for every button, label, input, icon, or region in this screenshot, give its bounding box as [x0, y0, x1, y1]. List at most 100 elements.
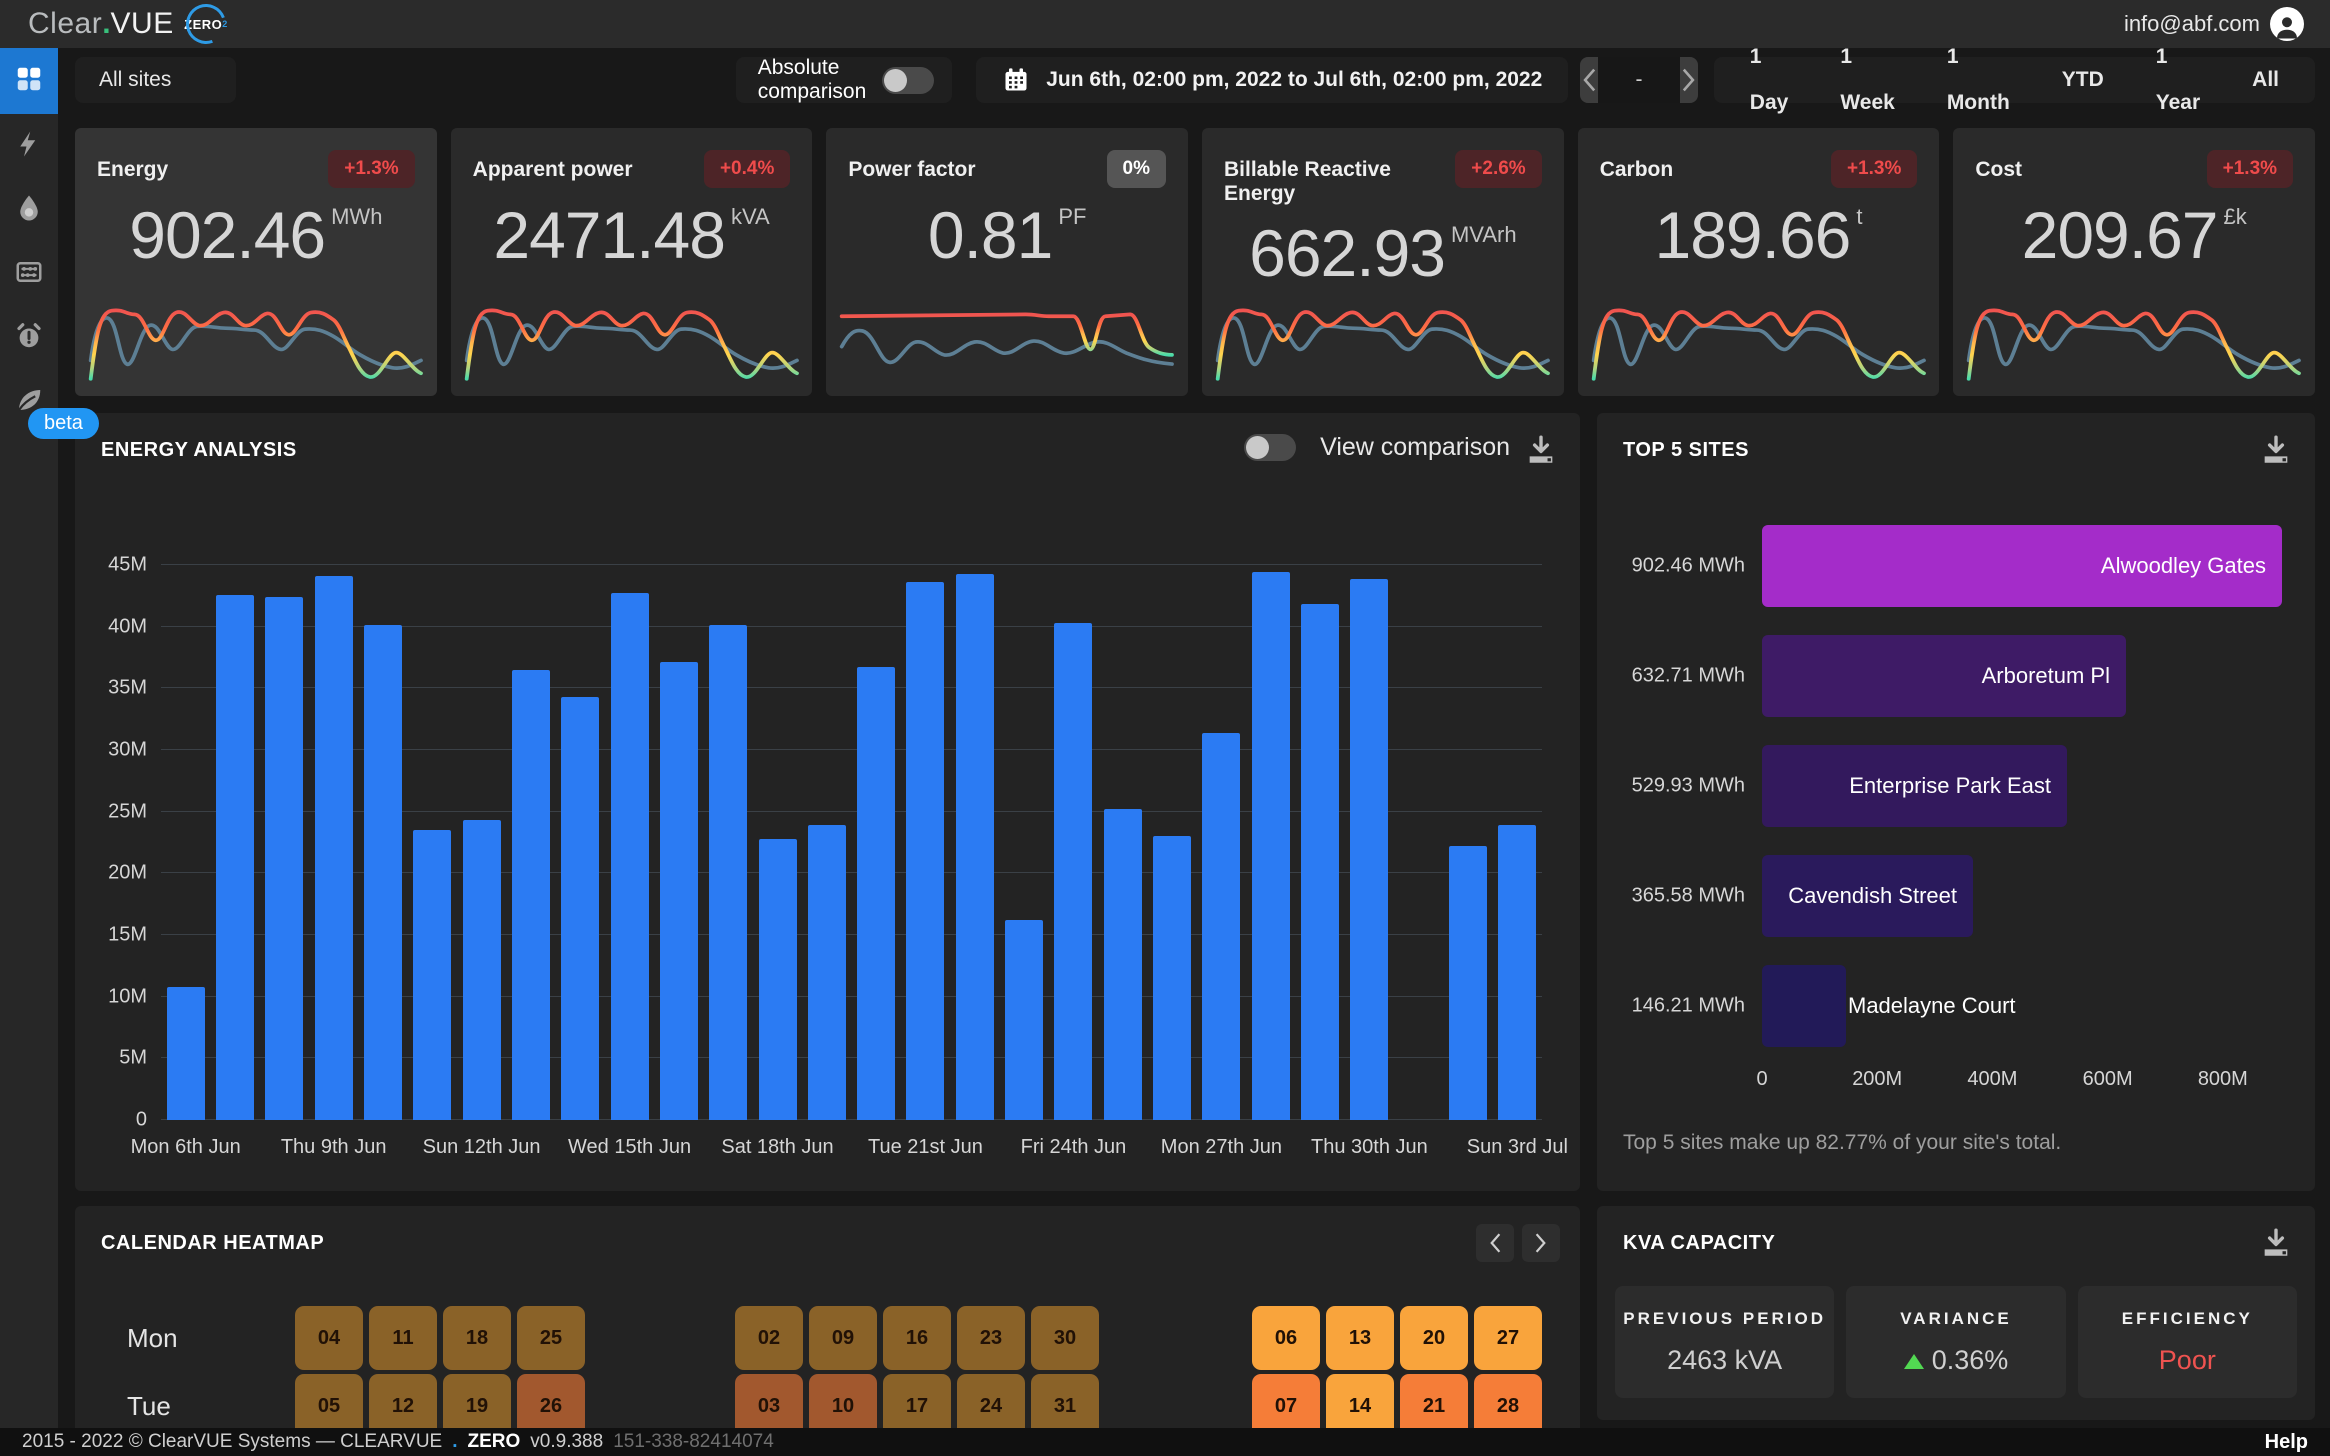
user-email[interactable]: info@abf.com	[2124, 11, 2260, 37]
heatmap-day-cell[interactable]: 24	[957, 1374, 1025, 1435]
energy-bar-mon-27th-jun[interactable]	[1202, 733, 1240, 1120]
help-link[interactable]: Help	[2265, 1431, 2308, 1454]
version-text: v0.9.388	[530, 1431, 603, 1453]
kpi-title: Apparent power	[473, 150, 633, 182]
site-selector[interactable]: All sites	[75, 57, 236, 103]
energy-bar-thu-16th-jun[interactable]	[660, 662, 698, 1120]
view-comparison-toggle[interactable]	[1244, 434, 1296, 461]
heatmap-day-cell[interactable]: 17	[883, 1374, 951, 1435]
heatmap-day-cell[interactable]: 19	[443, 1374, 511, 1435]
site-bar-alwoodley-gates[interactable]: Alwoodley Gates	[1762, 525, 2282, 607]
energy-bar-sun-12th-jun[interactable]	[463, 820, 501, 1120]
kpi-delta-badge: 0%	[1107, 150, 1166, 188]
energy-bar-wed-29th-jun[interactable]	[1301, 604, 1339, 1120]
site-bar-enterprise-park-east[interactable]: Enterprise Park East	[1762, 745, 2067, 827]
kpi-number: 662.93	[1249, 220, 1445, 286]
heatmap-day-cell[interactable]: 03	[735, 1374, 803, 1435]
energy-bar-sun-3rd-jul[interactable]	[1498, 825, 1536, 1120]
site-bar-madelayne-court[interactable]	[1762, 965, 1846, 1047]
heatmap-day-cell[interactable]: 21	[1400, 1374, 1468, 1435]
energy-bar-sat-2nd-jul[interactable]	[1449, 846, 1487, 1120]
heatmap-day-cell[interactable]: 13	[1326, 1306, 1394, 1370]
sidebar-item-water-drop[interactable]	[0, 178, 58, 242]
sidebar-item-meters[interactable]	[0, 242, 58, 306]
download-icon[interactable]	[2259, 433, 2293, 467]
heatmap-day-cell[interactable]: 31	[1031, 1374, 1099, 1435]
sidebar-item-dashboard[interactable]	[0, 48, 58, 114]
kpi-value: 209.67£k	[1975, 202, 2293, 268]
energy-bar-mon-20th-jun[interactable]	[857, 667, 895, 1120]
toolbar: All sites Absolute comparison Jun 6th, 0…	[75, 57, 2315, 103]
avatar-icon[interactable]	[2270, 7, 2304, 41]
y-axis-tick-label: 5M	[119, 1047, 147, 1070]
heatmap-day-cell[interactable]: 18	[443, 1306, 511, 1370]
energy-bar-thu-30th-jun[interactable]	[1350, 579, 1388, 1120]
energy-bar-mon-6th-jun[interactable]	[167, 987, 205, 1120]
heatmap-day-cell[interactable]: 16	[883, 1306, 951, 1370]
kpi-card-apparent-power[interactable]: Apparent power+0.4%2471.48kVA	[451, 128, 813, 396]
sidebar-item-bolt[interactable]	[0, 114, 58, 178]
heatmap-day-cell[interactable]: 10	[809, 1374, 877, 1435]
heatmap-day-cell[interactable]: 26	[517, 1374, 585, 1435]
energy-bar-thu-9th-jun[interactable]	[315, 576, 353, 1120]
energy-bar-wed-8th-jun[interactable]	[265, 597, 303, 1120]
energy-bar-sun-19th-jun[interactable]	[808, 825, 846, 1120]
heatmap-day-cell[interactable]: 04	[295, 1306, 363, 1370]
absolute-comparison-label: Absolute comparison	[758, 56, 867, 104]
energy-bar-mon-13th-jun[interactable]	[512, 670, 550, 1120]
kpi-card-energy[interactable]: Energy+1.3%902.46MWh	[75, 128, 437, 396]
site-bar-arboretum-pl[interactable]: Arboretum Pl	[1762, 635, 2126, 717]
kpi-number: 209.67	[2022, 202, 2218, 268]
range-tab-ytd[interactable]: YTD	[2036, 57, 2130, 103]
heatmap-next-button[interactable]	[1522, 1224, 1560, 1262]
kpi-card-power-factor[interactable]: Power factor0%0.81PF	[826, 128, 1188, 396]
x-axis-tick-label: Thu 30th Jun	[1311, 1136, 1428, 1159]
energy-bar-sat-25th-jun[interactable]	[1104, 809, 1142, 1120]
zero-ring-icon	[179, 0, 232, 51]
date-range-picker[interactable]: Jun 6th, 02:00 pm, 2022 to Jul 6th, 02:0…	[976, 57, 1568, 103]
heatmap-day-cell[interactable]: 05	[295, 1374, 363, 1435]
kva-stat-previous-period: PREVIOUS PERIOD2463 kVA	[1615, 1286, 1834, 1398]
energy-bar-sun-26th-jun[interactable]	[1153, 836, 1191, 1120]
energy-bar-tue-14th-jun[interactable]	[561, 697, 599, 1120]
energy-bar-sat-18th-jun[interactable]	[759, 839, 797, 1120]
heatmap-day-cell[interactable]: 28	[1474, 1374, 1542, 1435]
site-bar-cavendish-street[interactable]: Cavendish Street	[1762, 855, 1973, 937]
account-area[interactable]: info@abf.com	[2124, 7, 2304, 41]
energy-bar-thu-23rd-jun[interactable]	[1005, 920, 1043, 1120]
kpi-sparkline	[1588, 296, 1930, 388]
energy-bar-wed-22nd-jun[interactable]	[956, 574, 994, 1120]
kpi-card-carbon[interactable]: Carbon+1.3%189.66t	[1578, 128, 1940, 396]
heatmap-day-cell[interactable]: 09	[809, 1306, 877, 1370]
sidebar-item-alarm[interactable]	[0, 306, 58, 370]
heatmap-day-cell[interactable]: 06	[1252, 1306, 1320, 1370]
kpi-card-cost[interactable]: Cost+1.3%209.67£k	[1953, 128, 2315, 396]
download-icon[interactable]	[1524, 433, 1558, 467]
kpi-card-billable-reactive-energy[interactable]: Billable Reactive Energy+2.6%662.93MVArh	[1202, 128, 1564, 396]
energy-bar-tue-7th-jun[interactable]	[216, 595, 254, 1120]
heatmap-day-cell[interactable]: 23	[957, 1306, 1025, 1370]
previous-period-button[interactable]	[1580, 57, 1598, 103]
heatmap-day-cell[interactable]: 07	[1252, 1374, 1320, 1435]
heatmap-day-cell[interactable]: 14	[1326, 1374, 1394, 1435]
heatmap-day-cell[interactable]: 12	[369, 1374, 437, 1435]
kva-stat-efficiency: EFFICIENCYPoor	[2078, 1286, 2297, 1398]
energy-bar-wed-15th-jun[interactable]	[611, 593, 649, 1120]
heatmap-day-cell[interactable]: 27	[1474, 1306, 1542, 1370]
absolute-comparison-toggle[interactable]	[882, 67, 934, 94]
heatmap-day-cell[interactable]: 25	[517, 1306, 585, 1370]
heatmap-day-cell[interactable]: 11	[369, 1306, 437, 1370]
heatmap-previous-button[interactable]	[1476, 1224, 1514, 1262]
heatmap-day-cell[interactable]: 20	[1400, 1306, 1468, 1370]
energy-bar-tue-21st-jun[interactable]	[906, 582, 944, 1120]
energy-bar-fri-17th-jun[interactable]	[709, 625, 747, 1120]
download-icon[interactable]	[2259, 1226, 2293, 1260]
next-period-button[interactable]	[1680, 57, 1698, 103]
energy-bar-fri-10th-jun[interactable]	[364, 625, 402, 1120]
heatmap-day-cell[interactable]: 02	[735, 1306, 803, 1370]
range-tab-all[interactable]: All	[2226, 57, 2305, 103]
energy-bar-sat-11th-jun[interactable]	[413, 830, 451, 1120]
energy-bar-tue-28th-jun[interactable]	[1252, 572, 1290, 1120]
heatmap-day-cell[interactable]: 30	[1031, 1306, 1099, 1370]
energy-bar-fri-24th-jun[interactable]	[1054, 623, 1092, 1120]
